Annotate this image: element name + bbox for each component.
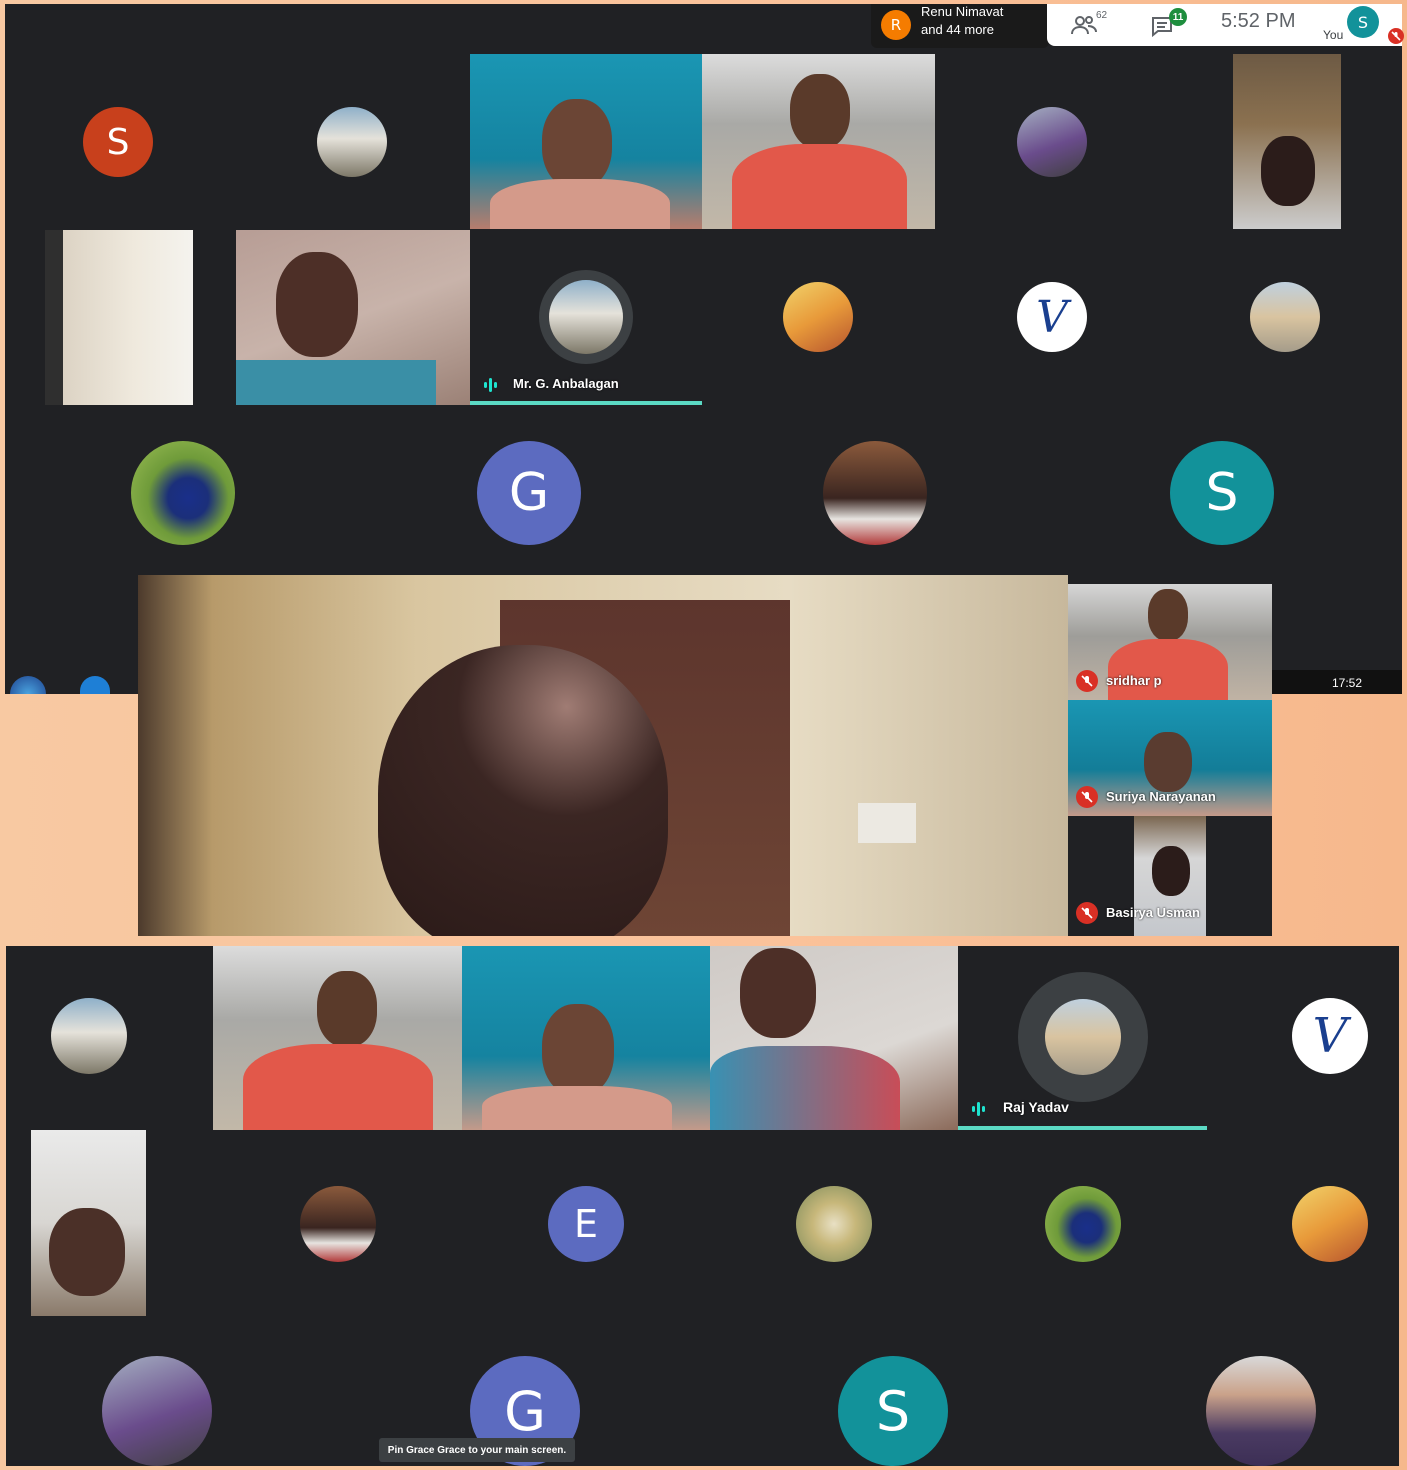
participant-bird-photo[interactable]	[1045, 1186, 1121, 1262]
person-head	[1152, 846, 1190, 896]
person-body	[236, 360, 436, 405]
meeting-top-bar: R Renu Nimavat and 44 more 62 11 5:52 PM…	[5, 4, 1404, 54]
participant-avatar-s[interactable]: S	[83, 107, 153, 177]
chat-button[interactable]: 11	[1151, 8, 1191, 38]
participant-woman-saree-photo[interactable]	[1292, 1186, 1368, 1262]
participant-name: Suriya Narayanan	[1106, 789, 1216, 804]
participant-name: Basirya Usman	[1106, 905, 1200, 920]
people-icon	[1071, 16, 1097, 35]
participant-name: Mr. G. Anbalagan	[513, 376, 619, 391]
person-body	[490, 179, 670, 229]
muted-icon	[1076, 786, 1098, 808]
main-presenter-video[interactable]	[138, 575, 1068, 936]
video-tile-woman-headphones[interactable]	[31, 1130, 146, 1316]
presenter-name: Renu Nimavat	[921, 4, 1004, 19]
participant-building-photo[interactable]	[317, 107, 387, 177]
video-tile-woman-headphones[interactable]	[1233, 54, 1341, 229]
participant-man-striped-photo[interactable]	[823, 441, 927, 545]
muted-icon	[1076, 902, 1098, 924]
v-logo-icon: V	[1312, 1008, 1348, 1064]
presentation-chip[interactable]: R Renu Nimavat and 44 more	[871, 4, 1049, 48]
person-body	[732, 144, 907, 229]
video-tile-woman-blue-saree[interactable]	[710, 946, 958, 1130]
video-tile-man-orange-shirt[interactable]	[702, 54, 935, 229]
participant-man-monument-photo	[1045, 999, 1121, 1075]
participant-man-monument-photo[interactable]	[1250, 282, 1320, 352]
pin-tooltip: Pin Grace Grace to your main screen.	[379, 1438, 575, 1462]
self-label: You	[1323, 28, 1344, 42]
participant-man-striped-photo[interactable]	[300, 1186, 376, 1262]
person-body	[243, 1044, 433, 1130]
person-body	[710, 1046, 900, 1130]
video-tile-man-blue-room[interactable]	[470, 54, 702, 229]
people-button[interactable]: 62	[1071, 10, 1111, 38]
speaker-tile-anbalagan[interactable]: Mr. G. Anbalagan	[470, 230, 702, 405]
participant-name: Raj Yadav	[1003, 1099, 1069, 1115]
participant-building-photo	[549, 280, 623, 354]
participant-avatar-g[interactable]: G	[477, 441, 581, 545]
participant-woman-photo[interactable]	[102, 1356, 212, 1466]
speaking-indicator-bar	[958, 1126, 1207, 1130]
participant-v-logo[interactable]: V	[1292, 998, 1368, 1074]
participant-avatar-s-teal[interactable]: S	[838, 1356, 948, 1466]
person-head	[542, 99, 612, 189]
video-tile-woman-pink[interactable]	[236, 230, 470, 405]
chat-badge: 11	[1169, 8, 1187, 26]
light-switch	[858, 803, 916, 843]
meeting-controls: 62 11 5:52 PM You S	[1047, 4, 1404, 46]
person-head	[790, 74, 850, 149]
video-tile-man-blue-room[interactable]	[462, 946, 710, 1130]
participant-name: sridhar p	[1106, 673, 1162, 688]
speaking-icon	[484, 378, 497, 392]
participant-avatar-s-teal[interactable]: S	[1170, 441, 1274, 545]
people-count: 62	[1096, 10, 1108, 21]
speaking-icon	[972, 1102, 985, 1116]
self-muted-icon	[1388, 28, 1404, 44]
person-head	[276, 252, 358, 357]
participant-woman-photo[interactable]	[1017, 107, 1087, 177]
person-head	[1144, 732, 1192, 792]
clock: 5:52 PM	[1221, 10, 1296, 32]
muted-icon	[1076, 670, 1098, 692]
participant-building-photo[interactable]	[51, 998, 127, 1074]
presenter-head	[378, 645, 668, 936]
self-avatar[interactable]: S	[1347, 6, 1379, 38]
side-tile-basirya[interactable]: Basirya Usman	[1068, 816, 1272, 936]
taskbar-right: 17:52	[1272, 670, 1402, 694]
person-body	[482, 1086, 672, 1130]
presenter-more: and 44 more	[921, 22, 994, 37]
v-logo-icon: V	[1036, 291, 1068, 343]
presenter-avatar: R	[881, 10, 911, 40]
person-head	[1261, 136, 1315, 206]
person-head	[740, 948, 816, 1038]
person-head	[542, 1004, 614, 1096]
participant-man-beard-photo[interactable]	[1206, 1356, 1316, 1466]
participant-bird-photo[interactable]	[131, 441, 235, 545]
person-head	[1148, 589, 1188, 641]
person-head	[49, 1208, 125, 1296]
speaker-tile-raj-yadav[interactable]: Raj Yadav	[958, 946, 1207, 1130]
person-head	[317, 971, 377, 1047]
taskbar-clock: 17:52	[1332, 676, 1363, 690]
video-tile-man-orange-shirt[interactable]	[213, 946, 462, 1130]
video-tile-doorway[interactable]	[45, 230, 193, 405]
side-tile-sridhar[interactable]: sridhar p	[1068, 584, 1272, 700]
grid-view-2: Raj Yadav V E G S Pin Grace Grace to you…	[6, 946, 1399, 1466]
person-body	[1108, 639, 1228, 700]
participant-woman-saree-photo[interactable]	[783, 282, 853, 352]
participant-heart-pendant-photo[interactable]	[796, 1186, 872, 1262]
side-tile-suriya[interactable]: Suriya Narayanan	[1068, 700, 1272, 816]
participant-v-logo[interactable]: V	[1017, 282, 1087, 352]
speaking-indicator-bar	[470, 401, 702, 405]
participant-avatar-e[interactable]: E	[548, 1186, 624, 1262]
